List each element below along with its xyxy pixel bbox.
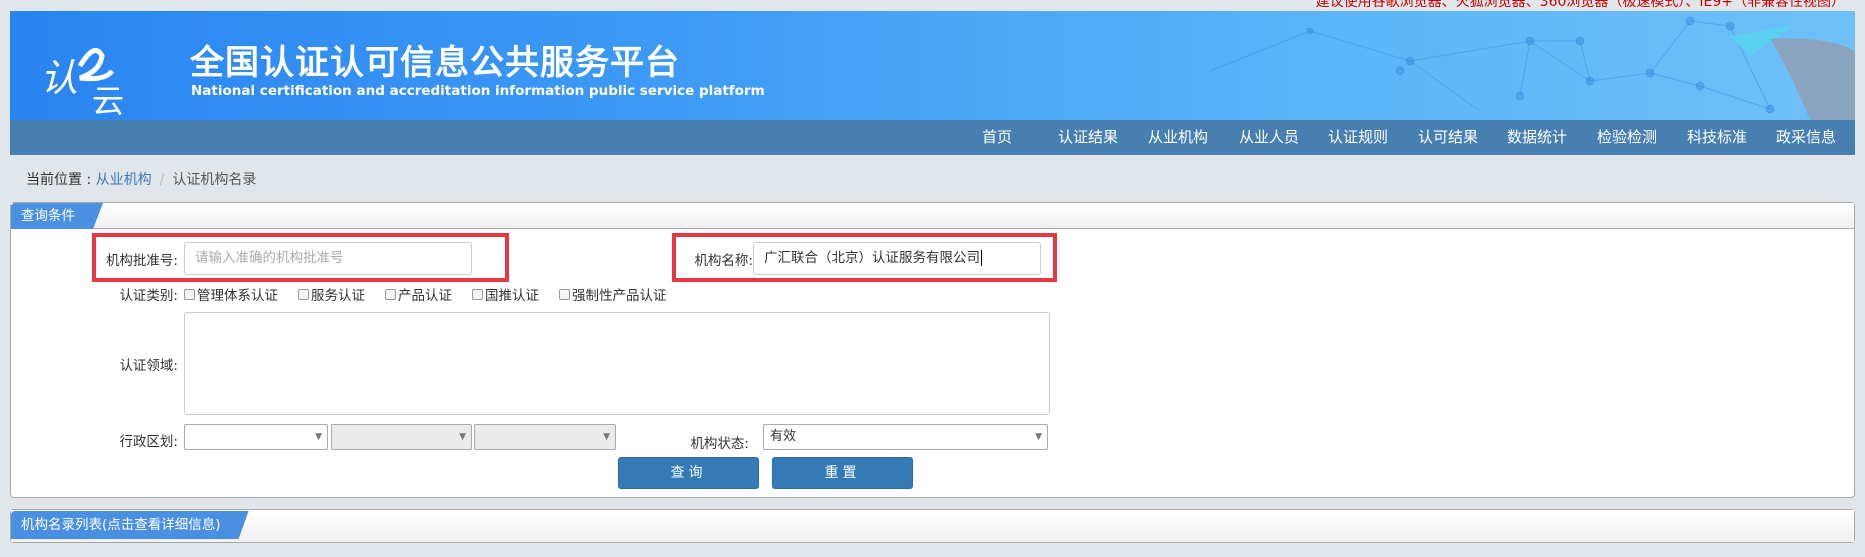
checkbox-icon[interactable] <box>559 288 570 300</box>
cert-type-checkboxes: 管理体系认证 服务认证 产品认证 国推认证 强制性产品认证 <box>184 284 687 304</box>
nav-procurement[interactable]: 政采信息 <box>1776 120 1836 155</box>
status-select[interactable]: 有效 ▼ <box>763 424 1048 450</box>
checkbox-national-promotion[interactable]: 国推认证 <box>472 284 539 304</box>
header-banner: 认 云 全国认证认可信息公共服务平台 National certificatio… <box>10 11 1855 120</box>
checkbox-compulsory-product[interactable]: 强制性产品认证 <box>559 284 667 304</box>
breadcrumb-separator: / <box>159 172 165 188</box>
logo: 认 云 <box>40 36 155 120</box>
checkbox-icon[interactable] <box>472 288 483 300</box>
org-name-label: 机构名称: <box>694 253 753 269</box>
checkbox-label: 国推认证 <box>485 288 539 304</box>
nav-accreditation-results[interactable]: 认可结果 <box>1418 120 1478 155</box>
checkbox-label: 产品认证 <box>398 288 452 304</box>
query-panel-header: 查询条件 <box>11 203 1854 229</box>
chevron-down-icon: ▼ <box>1035 432 1042 442</box>
checkbox-service[interactable]: 服务认证 <box>298 284 365 304</box>
checkbox-management-system[interactable]: 管理体系认证 <box>184 284 278 304</box>
breadcrumb-current: 认证机构名录 <box>172 172 257 188</box>
checkbox-icon[interactable] <box>184 288 195 300</box>
browser-tip: 建议使用谷歌浏览器、火狐浏览器、360浏览器（极速模式）、IE9+（非兼容性视图… <box>1315 0 1845 10</box>
checkbox-icon[interactable] <box>298 288 309 300</box>
chevron-down-icon: ▼ <box>315 432 322 442</box>
site-subtitle: National certification and accreditation… <box>191 83 765 99</box>
nav-personnel[interactable]: 从业人员 <box>1239 120 1299 155</box>
status-label: 机构状态: <box>690 436 749 452</box>
cert-field-textarea[interactable] <box>184 312 1050 415</box>
logo-icon: 认 云 <box>40 47 124 120</box>
nav-home[interactable]: 首页 <box>982 120 1012 155</box>
region-label: 行政区划: <box>119 434 178 450</box>
list-panel-header: 机构名录列表(点击查看详细信息) <box>11 510 1854 542</box>
list-panel-title: 机构名录列表(点击查看详细信息) <box>11 511 249 539</box>
cert-type-label: 认证类别: <box>119 288 178 304</box>
site-title: 全国认证认可信息公共服务平台 <box>190 43 680 83</box>
main-nav: 首页 认证结果 从业机构 从业人员 认证规则 认可结果 数据统计 检验检测 科技… <box>10 120 1855 155</box>
checkbox-label: 服务认证 <box>311 288 365 304</box>
nav-statistics[interactable]: 数据统计 <box>1507 120 1567 155</box>
checkbox-icon[interactable] <box>385 288 396 300</box>
checkbox-label: 管理体系认证 <box>197 288 278 304</box>
paper-plane-graphic <box>1730 25 1855 120</box>
breadcrumb: 当前位置 : 从业机构 / 认证机构名录 <box>26 169 256 189</box>
checkbox-product[interactable]: 产品认证 <box>385 284 452 304</box>
text-cursor <box>981 250 982 266</box>
nav-cert-results[interactable]: 认证结果 <box>1058 120 1118 155</box>
org-name-input[interactable]: 广汇联合（北京）认证服务有限公司 <box>753 242 1041 275</box>
approval-no-placeholder: 请输入准确的机构批准号 <box>195 250 344 266</box>
region-province-select[interactable]: ▼ <box>184 424 328 450</box>
select-value: 有效 <box>770 429 797 444</box>
svg-text:云: 云 <box>92 82 124 116</box>
search-button[interactable]: 查询 <box>618 457 759 489</box>
nav-institutions[interactable]: 从业机构 <box>1148 120 1208 155</box>
approval-no-label: 机构批准号: <box>105 253 178 269</box>
breadcrumb-parent-link[interactable]: 从业机构 <box>96 172 152 188</box>
region-city-select[interactable]: ▼ <box>331 424 472 450</box>
chevron-down-icon: ▼ <box>603 432 610 442</box>
region-district-select[interactable]: ▼ <box>474 424 616 450</box>
list-panel: 机构名录列表(点击查看详细信息) <box>10 509 1855 543</box>
nav-cert-rules[interactable]: 认证规则 <box>1328 120 1388 155</box>
svg-text:认: 认 <box>40 56 78 100</box>
nav-standards[interactable]: 科技标准 <box>1687 120 1747 155</box>
approval-no-input[interactable]: 请输入准确的机构批准号 <box>184 242 472 275</box>
nav-inspection[interactable]: 检验检测 <box>1597 120 1657 155</box>
org-name-value: 广汇联合（北京）认证服务有限公司 <box>764 250 980 266</box>
chevron-down-icon: ▼ <box>459 432 466 442</box>
reset-button[interactable]: 重置 <box>772 457 913 489</box>
query-panel-title: 查询条件 <box>11 203 103 229</box>
cert-field-label: 认证领域: <box>119 358 178 374</box>
checkbox-label: 强制性产品认证 <box>572 288 667 304</box>
breadcrumb-prefix: 当前位置 : <box>26 172 92 188</box>
